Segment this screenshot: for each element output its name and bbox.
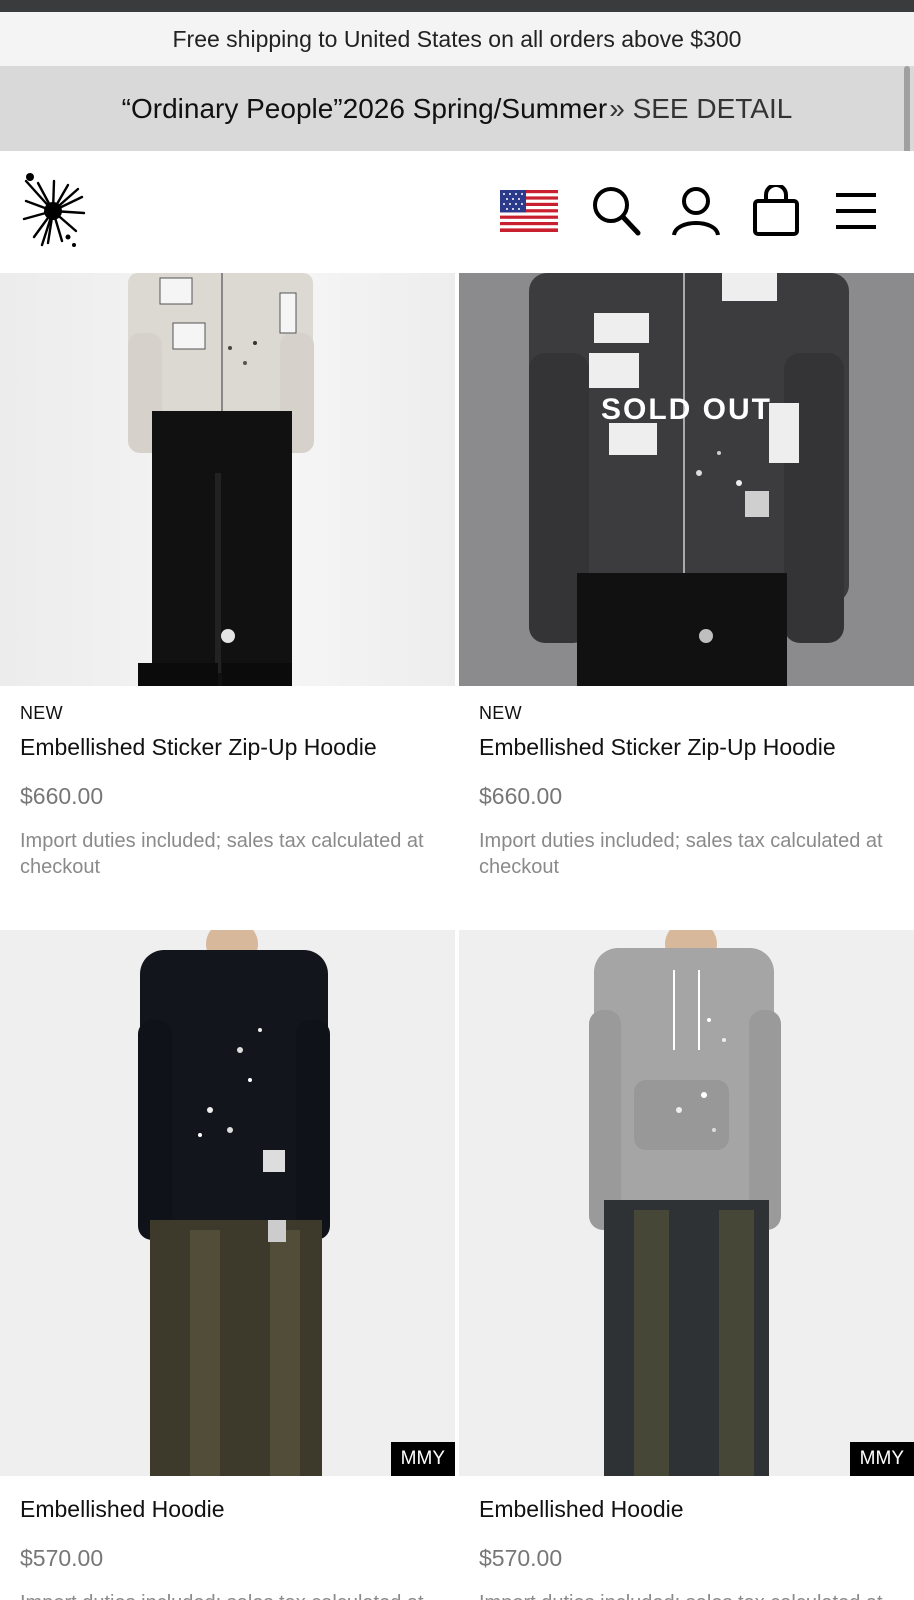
product-card[interactable]: MMY Embellished Hoodie $570.00 Import du…	[459, 930, 914, 1600]
site-header	[0, 151, 914, 273]
product-price: $660.00	[479, 783, 563, 809]
header-icons	[494, 181, 896, 241]
product-price: $660.00	[20, 783, 104, 809]
carousel-dot[interactable]	[220, 629, 235, 643]
tax-note: Import duties included; sales tax calcul…	[20, 830, 424, 878]
cart-icon[interactable]	[736, 181, 816, 241]
product-image[interactable]	[459, 930, 914, 1476]
product-info: NEW Embellished Sticker Zip-Up Hoodie $6…	[479, 703, 904, 880]
product-price: $570.00	[20, 1545, 104, 1571]
carousel-dots[interactable]	[0, 629, 455, 643]
sold-out-overlay: SOLD OUT	[601, 393, 772, 426]
carousel-dots[interactable]	[459, 629, 914, 643]
promo-headline: “Ordinary People”2026 Spring/Summer	[121, 92, 608, 124]
announcement-bar: Free shipping to United States on all or…	[0, 12, 914, 66]
see-detail-link[interactable]: » SEE DETAIL	[609, 93, 792, 125]
announcement-text: Free shipping to United States on all or…	[172, 25, 742, 52]
product-image[interactable]	[459, 273, 914, 686]
product-card[interactable]: MMY Embellished Hoodie $570.00 Import du…	[0, 930, 455, 1600]
status-strip	[0, 0, 914, 12]
tax-note: Import duties included; sales tax calcul…	[20, 1590, 445, 1600]
product-title[interactable]: Embellished Hoodie	[20, 1496, 445, 1523]
new-badge: NEW	[20, 703, 63, 723]
product-title[interactable]: Embellished Sticker Zip-Up Hoodie	[20, 734, 445, 761]
search-icon[interactable]	[576, 181, 656, 241]
product-image[interactable]	[0, 930, 455, 1476]
brand-tag: MMY	[390, 1442, 455, 1476]
product-card[interactable]: SOLD OUT NEW Embellished Sticker Zip-Up …	[459, 273, 914, 913]
carousel-dot[interactable]	[660, 629, 675, 643]
product-title[interactable]: Embellished Hoodie	[479, 1496, 904, 1523]
product-info: Embellished Hoodie $570.00 Import duties…	[20, 1496, 445, 1600]
product-title[interactable]: Embellished Sticker Zip-Up Hoodie	[479, 734, 904, 761]
tax-note: Import duties included; sales tax calcul…	[479, 1590, 904, 1600]
brand-logo[interactable]	[18, 171, 88, 251]
product-image[interactable]	[0, 273, 455, 686]
product-info: NEW Embellished Sticker Zip-Up Hoodie $6…	[20, 703, 445, 880]
carousel-dot[interactable]	[698, 629, 713, 643]
brand-tag: MMY	[849, 1442, 914, 1476]
promo-banner[interactable]: “Ordinary People”2026 Spring/Summer » SE…	[0, 66, 914, 151]
product-card[interactable]: NEW Embellished Sticker Zip-Up Hoodie $6…	[0, 273, 455, 913]
menu-icon[interactable]	[816, 181, 896, 241]
tax-note: Import duties included; sales tax calcul…	[479, 830, 883, 878]
account-icon[interactable]	[656, 181, 736, 241]
new-badge: NEW	[479, 703, 522, 723]
us-flag-icon[interactable]	[494, 181, 564, 241]
product-price: $570.00	[479, 1545, 563, 1571]
product-info: Embellished Hoodie $570.00 Import duties…	[479, 1496, 904, 1600]
